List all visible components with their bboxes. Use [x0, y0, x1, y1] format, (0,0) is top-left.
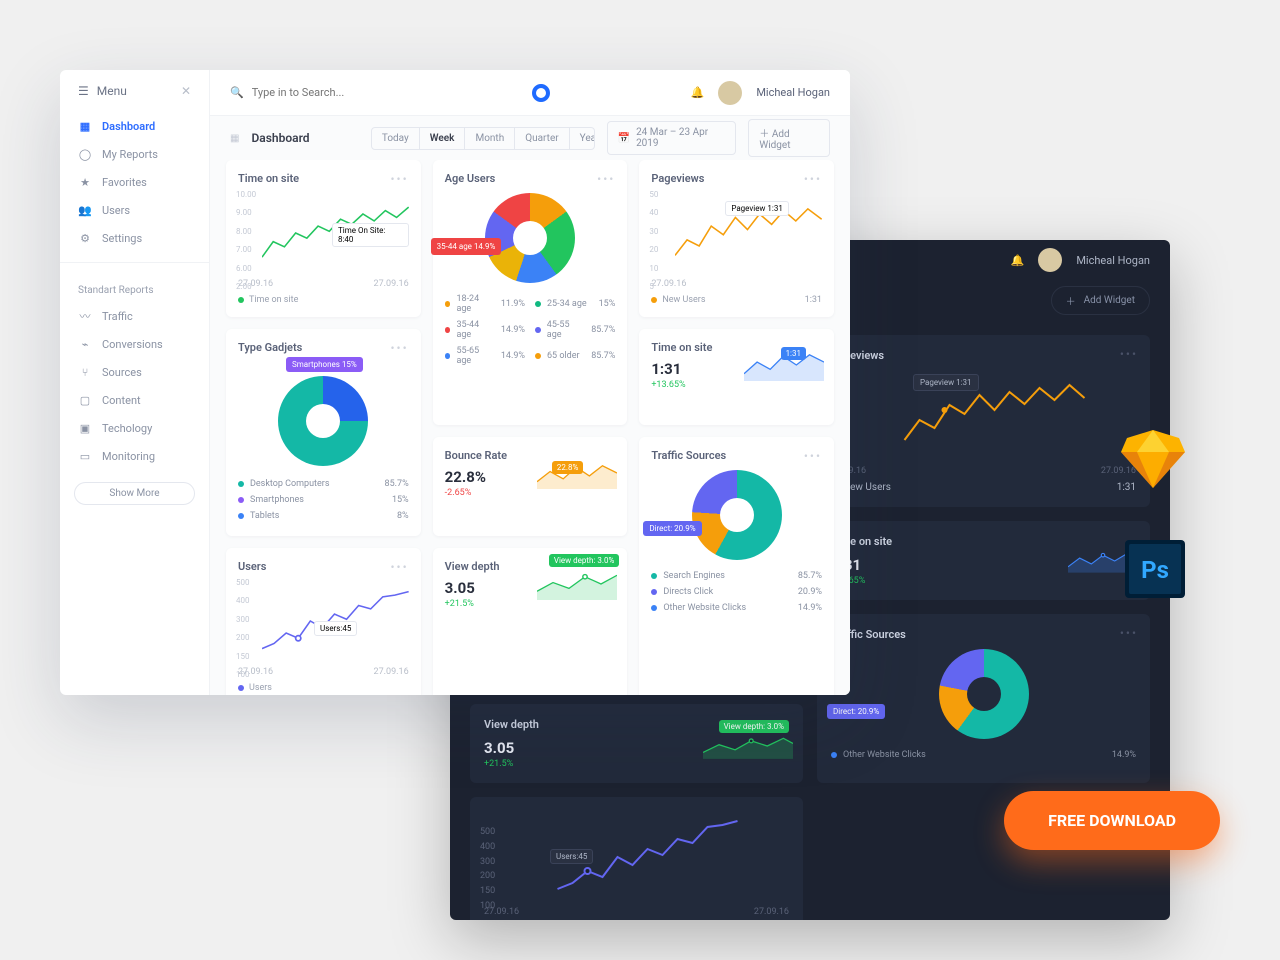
chip-icon: ▣: [78, 421, 92, 435]
time-on-site-card: ••• Time on site 10.009.008.007.006.002.…: [226, 160, 421, 317]
svg-text:Ps: Ps: [1141, 556, 1169, 584]
logo-icon: [532, 84, 550, 102]
user-icon: ◯: [78, 147, 92, 161]
add-widget-button[interactable]: ＋ Add Widget: [748, 119, 830, 157]
more-icon[interactable]: •••: [597, 172, 615, 186]
topbar: 🔍 🔔 Micheal Hogan: [210, 70, 850, 116]
tab-week[interactable]: Week: [420, 128, 466, 149]
people-icon: 👥: [78, 203, 92, 217]
user-name: Micheal Hogan: [1076, 254, 1150, 267]
avatar[interactable]: [718, 81, 742, 105]
tooltip: Pageview 1:31: [725, 201, 789, 216]
sidebar-item-traffic[interactable]: 〰Traffic: [60, 302, 209, 330]
hamburger-icon[interactable]: ☰: [78, 84, 89, 98]
sidebar-item-technology[interactable]: ▣Techology: [60, 414, 209, 442]
bounce-rate-card: Bounce Rate 22.8% -2.65% 22.8%: [433, 437, 628, 537]
plus-icon: ＋: [759, 129, 769, 140]
tab-year[interactable]: Year: [570, 128, 595, 149]
sidebar-item-content[interactable]: ▢Content: [60, 386, 209, 414]
pageviews-card: ••• Pageviews 50403020105 Pageview 1:31 …: [639, 160, 834, 317]
more-icon[interactable]: •••: [1120, 347, 1138, 361]
monitor-icon: ▭: [78, 449, 92, 463]
more-icon[interactable]: •••: [1120, 626, 1138, 640]
tab-quarter[interactable]: Quarter: [515, 128, 569, 149]
donut-tag: Smartphones 15%: [286, 357, 363, 372]
donut-badge: 35-44 age 14.9%: [431, 238, 502, 255]
menu-label: Menu: [97, 84, 127, 98]
path-icon: ⌁: [78, 337, 92, 351]
search-icon: 🔍: [230, 86, 244, 99]
bell-icon[interactable]: 🔔: [691, 86, 705, 99]
photoshop-icon: Ps: [1125, 540, 1185, 598]
tooltip: Pageview 1:31: [913, 374, 979, 391]
users-card: ••• Users 500400300200150100 Users:45 27…: [226, 548, 421, 695]
gear-icon: ⚙: [78, 231, 92, 245]
doc-icon: ▢: [78, 393, 92, 407]
show-more-button[interactable]: Show More: [74, 482, 195, 505]
sidebar-item-dashboard[interactable]: ▦Dashboard: [60, 112, 209, 140]
line-icon: 〰: [78, 309, 92, 323]
light-dashboard: ☰ Menu ✕ ▦Dashboard ◯My Reports ★Favorit…: [60, 70, 850, 695]
more-icon[interactable]: •••: [391, 560, 409, 574]
branch-icon: ⑂: [78, 365, 92, 379]
add-widget-button[interactable]: ＋ Add Widget: [1051, 286, 1150, 315]
grid-icon: ▦: [230, 133, 239, 144]
search-input[interactable]: 🔍: [230, 86, 392, 99]
donut-tag: Direct: 20.9%: [643, 521, 701, 536]
user-name: Micheal Hogan: [756, 86, 830, 99]
sidebar: ☰ Menu ✕ ▦Dashboard ◯My Reports ★Favorit…: [60, 70, 210, 695]
dark-viewdepth-card: View depth 3.05 +21.5% View depth: 3.0%: [470, 704, 803, 783]
sidebar-item-conversions[interactable]: ⌁Conversions: [60, 330, 209, 358]
traffic-sources-card: ••• Traffic Sources Direct: 20.9% Search…: [639, 437, 834, 696]
age-users-card: ••• Age Users 35-44 age 14.9% 18-24 age1…: [433, 160, 628, 425]
date-range-picker[interactable]: 📅 24 Mar – 23 Apr 2019: [607, 121, 737, 155]
toolbar: ▦ Dashboard Today Week Month Quarter Yea…: [210, 116, 850, 160]
more-icon[interactable]: •••: [804, 449, 822, 463]
sidebar-item-settings[interactable]: ⚙Settings: [60, 224, 209, 252]
sketch-icon: [1121, 430, 1185, 488]
tooltip: Users:45: [314, 621, 357, 636]
grid-icon: ▦: [78, 119, 92, 133]
sidebar-item-users[interactable]: 👥Users: [60, 196, 209, 224]
dark-users-card: 500400300200150100 Users:45 27.09.1627.0…: [470, 797, 803, 920]
free-download-button[interactable]: FREE DOWNLOAD: [1004, 791, 1220, 850]
page-title: Dashboard: [251, 131, 309, 145]
view-depth-card: View depth 3.05 +21.5% View depth: 3.0%: [433, 548, 628, 695]
dark-traffic-card: ••• Traffic Sources Direct: 20.9% Other …: [817, 614, 1150, 783]
dark-time-card: Time on site 1:31 +13.65%: [817, 521, 1150, 600]
time-small-card: Time on site 1:31 +13.65% 1:31: [639, 329, 834, 425]
plus-icon: ＋: [1066, 293, 1076, 308]
tab-month[interactable]: Month: [465, 128, 515, 149]
sidebar-item-sources[interactable]: ⑂Sources: [60, 358, 209, 386]
more-icon[interactable]: •••: [391, 341, 409, 355]
avatar[interactable]: [1038, 248, 1062, 272]
tab-today[interactable]: Today: [372, 128, 420, 149]
range-tabs: Today Week Month Quarter Year: [371, 127, 595, 150]
bell-icon[interactable]: 🔔: [1011, 254, 1025, 267]
tooltip: Time On Site: 8:40: [332, 223, 409, 247]
type-gadgets-card: ••• Type Gadjets Smartphones 15% Desktop…: [226, 329, 421, 536]
sidebar-item-monitoring[interactable]: ▭Monitoring: [60, 442, 209, 470]
sidebar-item-reports[interactable]: ◯My Reports: [60, 140, 209, 168]
star-icon: ★: [78, 175, 92, 189]
dark-pageviews-card: ••• Pageviews 50403020105 Pageview 1:31 …: [817, 335, 1150, 507]
more-icon[interactable]: •••: [804, 172, 822, 186]
calendar-icon: 📅: [618, 133, 630, 144]
close-icon[interactable]: ✕: [181, 84, 191, 98]
more-icon[interactable]: •••: [391, 172, 409, 186]
section-label: Standart Reports: [60, 273, 209, 302]
sidebar-item-favorites[interactable]: ★Favorites: [60, 168, 209, 196]
